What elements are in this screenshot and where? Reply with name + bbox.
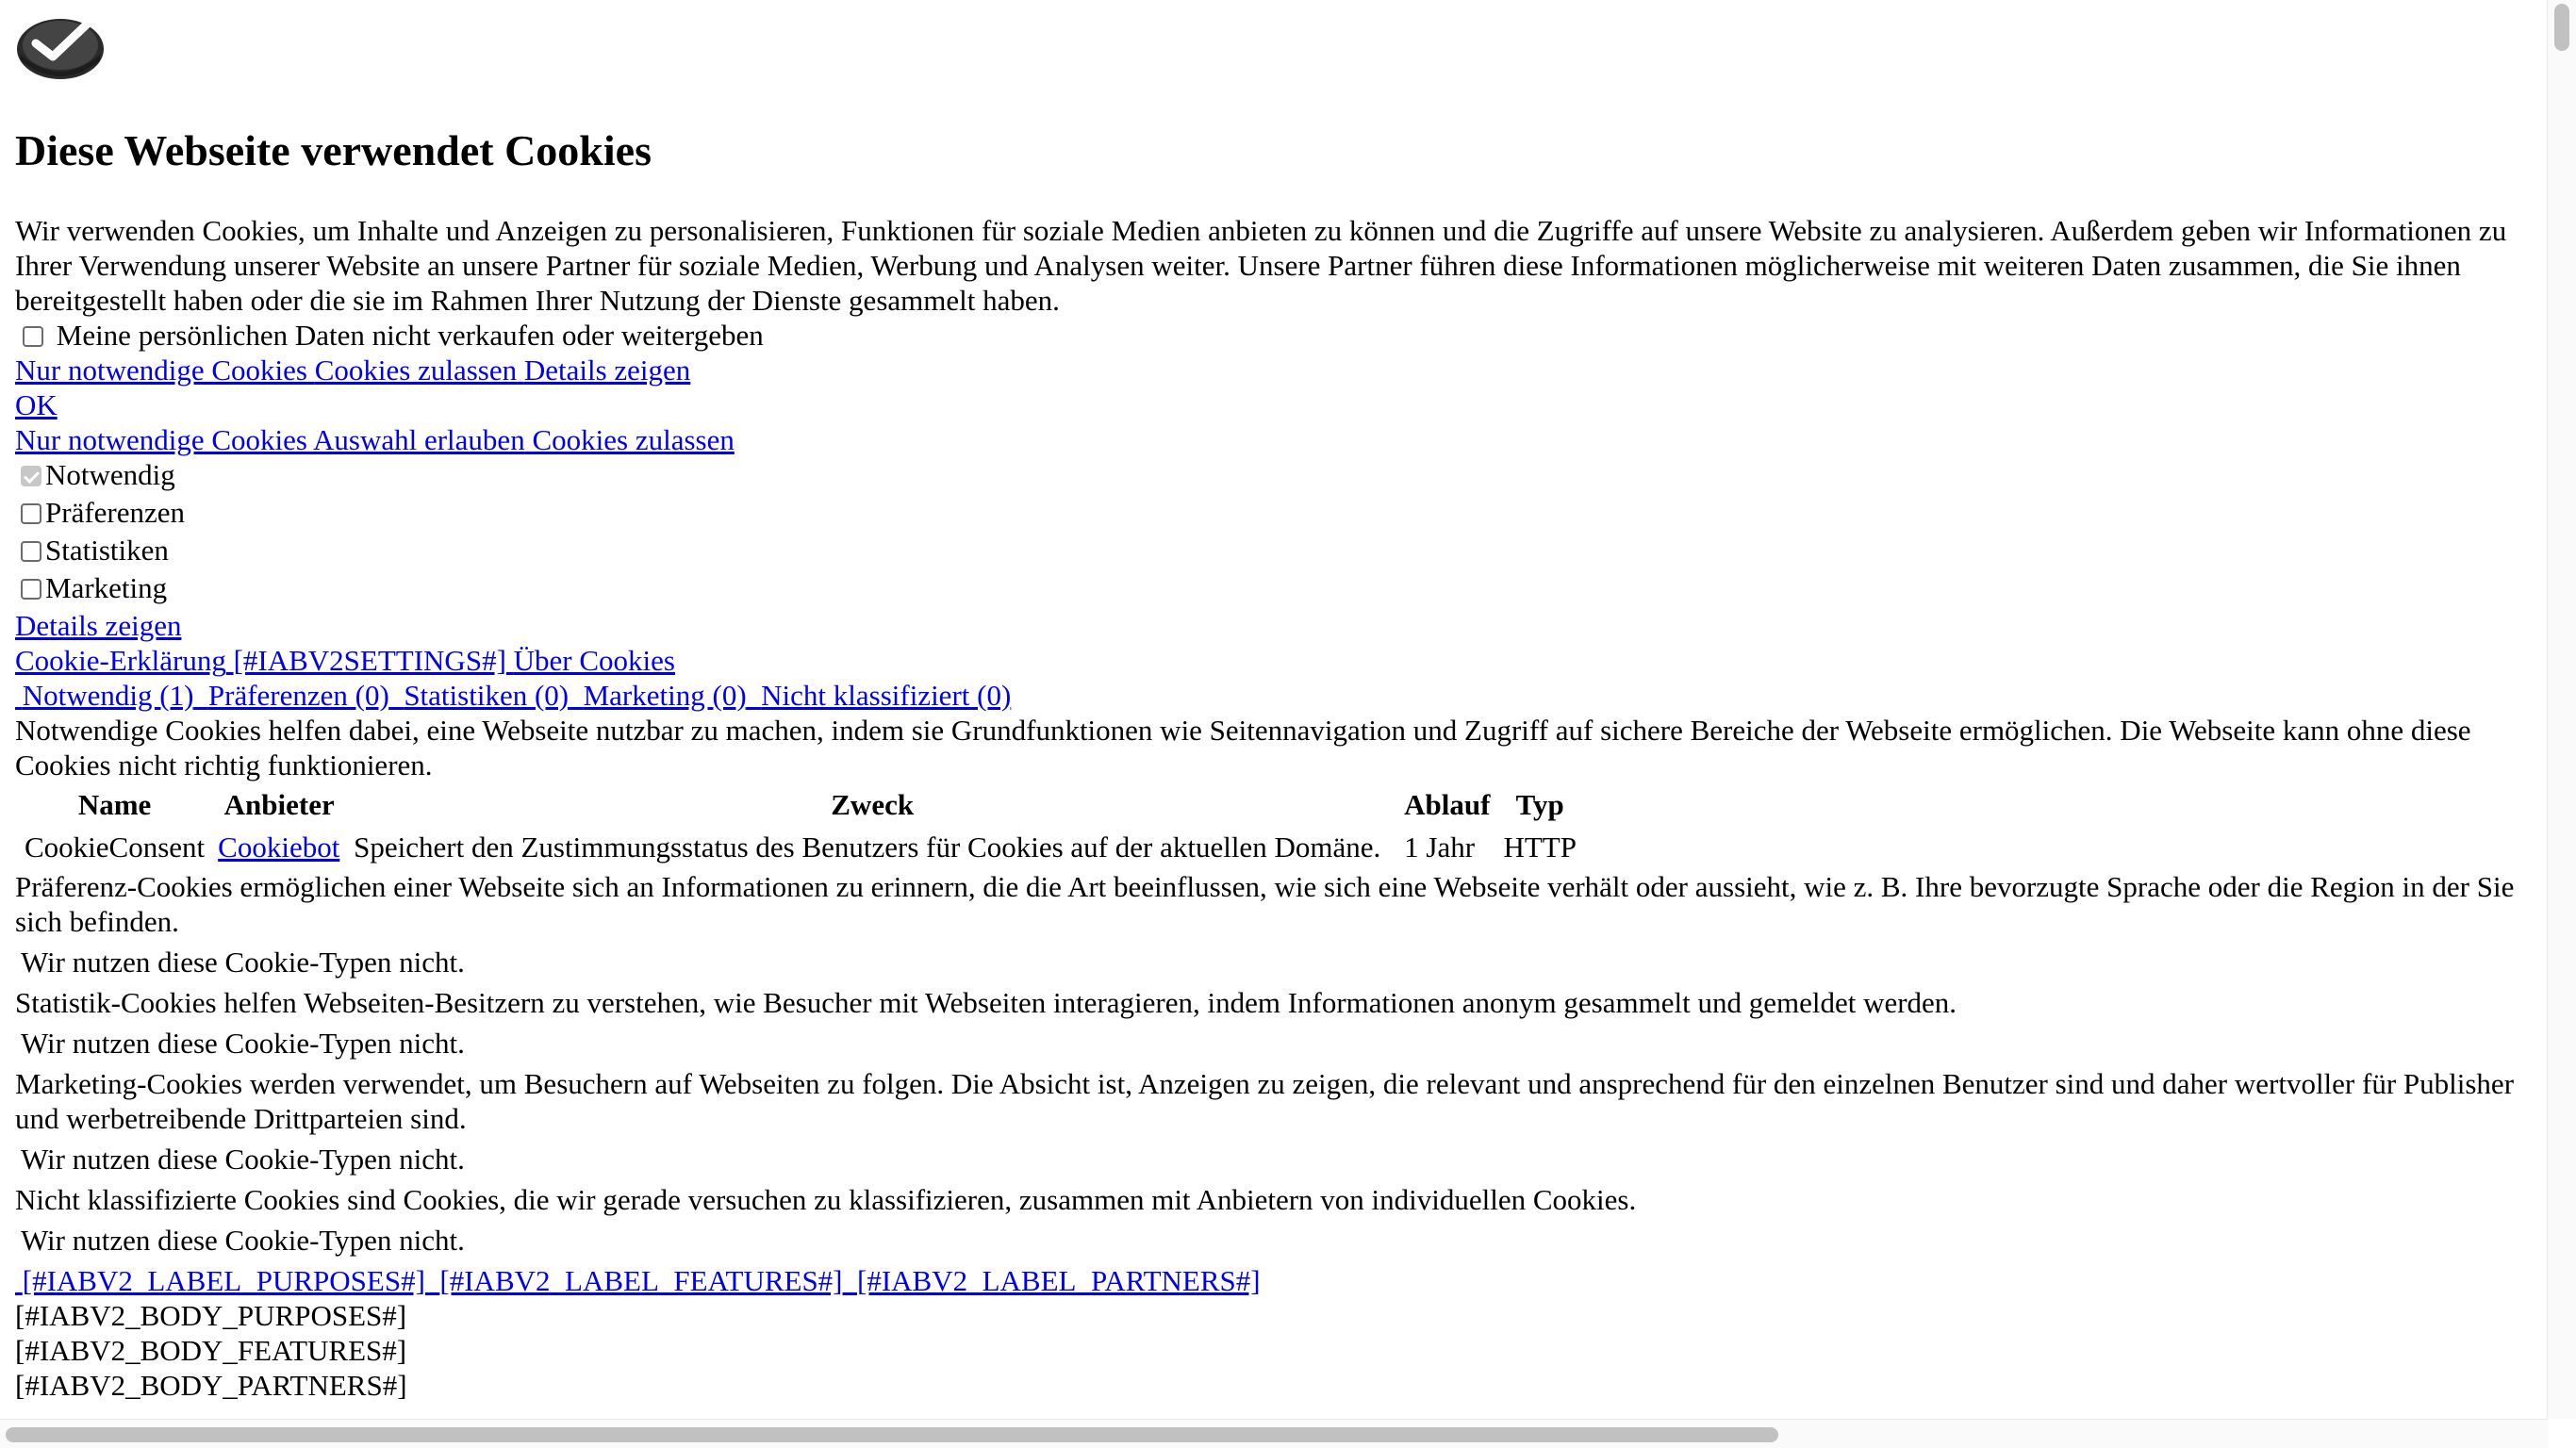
tab-cookie-declaration[interactable]: Cookie-Erklärung xyxy=(15,644,226,677)
ok-button[interactable]: OK xyxy=(15,388,58,421)
tab-statistics[interactable]: Statistiken (0) xyxy=(404,679,569,712)
tab-iab-purposes[interactable]: [#IABV2_LABEL_PURPOSES#] xyxy=(23,1264,425,1297)
dialog-title: Diese Webseite verwendet Cookies xyxy=(15,126,652,174)
category-necessary: Notwendig xyxy=(15,457,2523,495)
do-not-sell-checkbox[interactable] xyxy=(23,326,43,347)
button-row-1: Nur notwendige Cookies Cookies zulassen … xyxy=(15,353,2523,387)
allow-selection-button[interactable]: Auswahl erlauben xyxy=(313,423,525,456)
not-used-marketing: Wir nutzen diese Cookie-Typen nicht. xyxy=(21,1143,465,1176)
necessary-label: Notwendig xyxy=(45,458,175,491)
marketing-label: Marketing xyxy=(45,571,168,604)
cookie-table: Name Anbieter Zweck Ablauf Typ CookieCon… xyxy=(15,784,1586,869)
col-type: Typ xyxy=(1515,787,1564,821)
allow-cookies-button-2[interactable]: Cookies zulassen xyxy=(532,423,734,456)
provider-link[interactable]: Cookiebot xyxy=(218,831,339,864)
do-not-sell-label: Meine persönlichen Daten nicht verkaufen… xyxy=(56,319,764,352)
show-details-link[interactable]: Details zeigen xyxy=(15,609,181,642)
col-expiry: Ablauf xyxy=(1404,787,1491,821)
show-details-row: Details zeigen xyxy=(15,608,2523,643)
col-provider: Anbieter xyxy=(223,787,335,821)
necessary-checkbox[interactable] xyxy=(21,466,41,486)
intro-text: Wir verwenden Cookies, um Inhalte und An… xyxy=(15,214,2507,317)
col-purpose: Zweck xyxy=(831,787,915,821)
statistics-label: Statistiken xyxy=(45,534,169,567)
tab-preferences[interactable]: Präferenzen (0) xyxy=(208,679,389,712)
category-tabs: Notwendig (1) Präferenzen (0) Statistike… xyxy=(15,678,2523,713)
table-header-row: Name Anbieter Zweck Ablauf Typ xyxy=(21,784,1580,824)
ok-row: OK xyxy=(15,387,2523,422)
marketing-description: Marketing-Cookies werden verwendet, um B… xyxy=(15,1067,2515,1135)
category-preferences: Präferenzen xyxy=(15,495,2523,533)
necessary-only-button-2[interactable]: Nur notwendige Cookies xyxy=(15,423,307,456)
tab-necessary[interactable]: Notwendig (1) xyxy=(23,679,194,712)
cookiebot-logo-icon xyxy=(15,11,106,83)
iab-tabs: [#IABV2_LABEL_PURPOSES#] [#IABV2_LABEL_F… xyxy=(15,1263,2523,1298)
col-name: Name xyxy=(77,787,152,821)
cookie-dialog: Diese Webseite verwendet Cookies Wir ver… xyxy=(15,0,2523,1419)
not-used-statistics: Wir nutzen diese Cookie-Typen nicht. xyxy=(21,1027,465,1060)
statistics-description: Statistik-Cookies helfen Webseiten-Besit… xyxy=(15,986,1957,1019)
cell-purpose: Speichert den Zustimmungsstatus des Benu… xyxy=(354,830,1381,864)
marketing-checkbox[interactable] xyxy=(21,579,41,600)
preferences-description: Präferenz-Cookies ermöglichen einer Webs… xyxy=(15,870,2515,938)
category-marketing: Marketing xyxy=(15,570,2523,608)
tab-iab-features[interactable]: [#IABV2_LABEL_FEATURES#] xyxy=(439,1264,842,1297)
dialog-body: Wir verwenden Cookies, um Inhalte und An… xyxy=(15,213,2523,1403)
vertical-scrollbar[interactable] xyxy=(2547,0,2576,1419)
unclassified-description: Nicht klassifizierte Cookies sind Cookie… xyxy=(15,1183,1637,1216)
iab-body-partners: [#IABV2_BODY_PARTNERS#] xyxy=(15,1369,407,1402)
not-used-unclassified: Wir nutzen diese Cookie-Typen nicht. xyxy=(21,1224,465,1257)
tab-about-cookies[interactable]: Über Cookies xyxy=(514,644,675,677)
table-row: CookieConsent Cookiebot Speichert den Zu… xyxy=(21,824,1580,869)
vertical-scrollbar-thumb[interactable] xyxy=(2554,4,2569,51)
necessary-only-button[interactable]: Nur notwendige Cookies xyxy=(15,354,307,387)
button-row-2: Nur notwendige Cookies Auswahl erlauben … xyxy=(15,422,2523,457)
show-details-button[interactable]: Details zeigen xyxy=(524,354,690,387)
dialog-tabs: Cookie-Erklärung [#IABV2SETTINGS#] Über … xyxy=(15,643,2523,678)
tab-iab-settings[interactable]: [#IABV2SETTINGS#] xyxy=(234,644,506,677)
cell-name: CookieConsent xyxy=(25,830,206,864)
tab-marketing[interactable]: Marketing (0) xyxy=(584,679,747,712)
iab-body-features: [#IABV2_BODY_FEATURES#] xyxy=(15,1334,407,1367)
tab-iab-partners[interactable]: [#IABV2_LABEL_PARTNERS#] xyxy=(857,1264,1261,1297)
horizontal-scrollbar-thumb[interactable] xyxy=(6,1427,1778,1442)
preferences-checkbox[interactable] xyxy=(21,503,41,524)
horizontal-scrollbar[interactable] xyxy=(0,1419,2548,1448)
category-statistics: Statistiken xyxy=(15,533,2523,570)
allow-cookies-button[interactable]: Cookies zulassen xyxy=(315,354,517,387)
necessary-description: Notwendige Cookies helfen dabei, eine We… xyxy=(15,714,2471,782)
do-not-sell-row: Meine persönlichen Daten nicht verkaufen… xyxy=(15,318,2523,353)
page: Diese Webseite verwendet Cookies Wir ver… xyxy=(0,0,2576,1448)
iab-body-purposes: [#IABV2_BODY_PURPOSES#] xyxy=(15,1299,407,1332)
preferences-label: Präferenzen xyxy=(45,496,186,529)
cell-expiry: 1 Jahr xyxy=(1404,830,1476,864)
statistics-checkbox[interactable] xyxy=(21,541,41,562)
tab-unclassified[interactable]: Nicht klassifiziert (0) xyxy=(761,679,1011,712)
not-used-preferences: Wir nutzen diese Cookie-Typen nicht. xyxy=(21,946,465,979)
cell-type: HTTP xyxy=(1503,830,1577,864)
cell-provider: Cookiebot xyxy=(214,824,344,869)
